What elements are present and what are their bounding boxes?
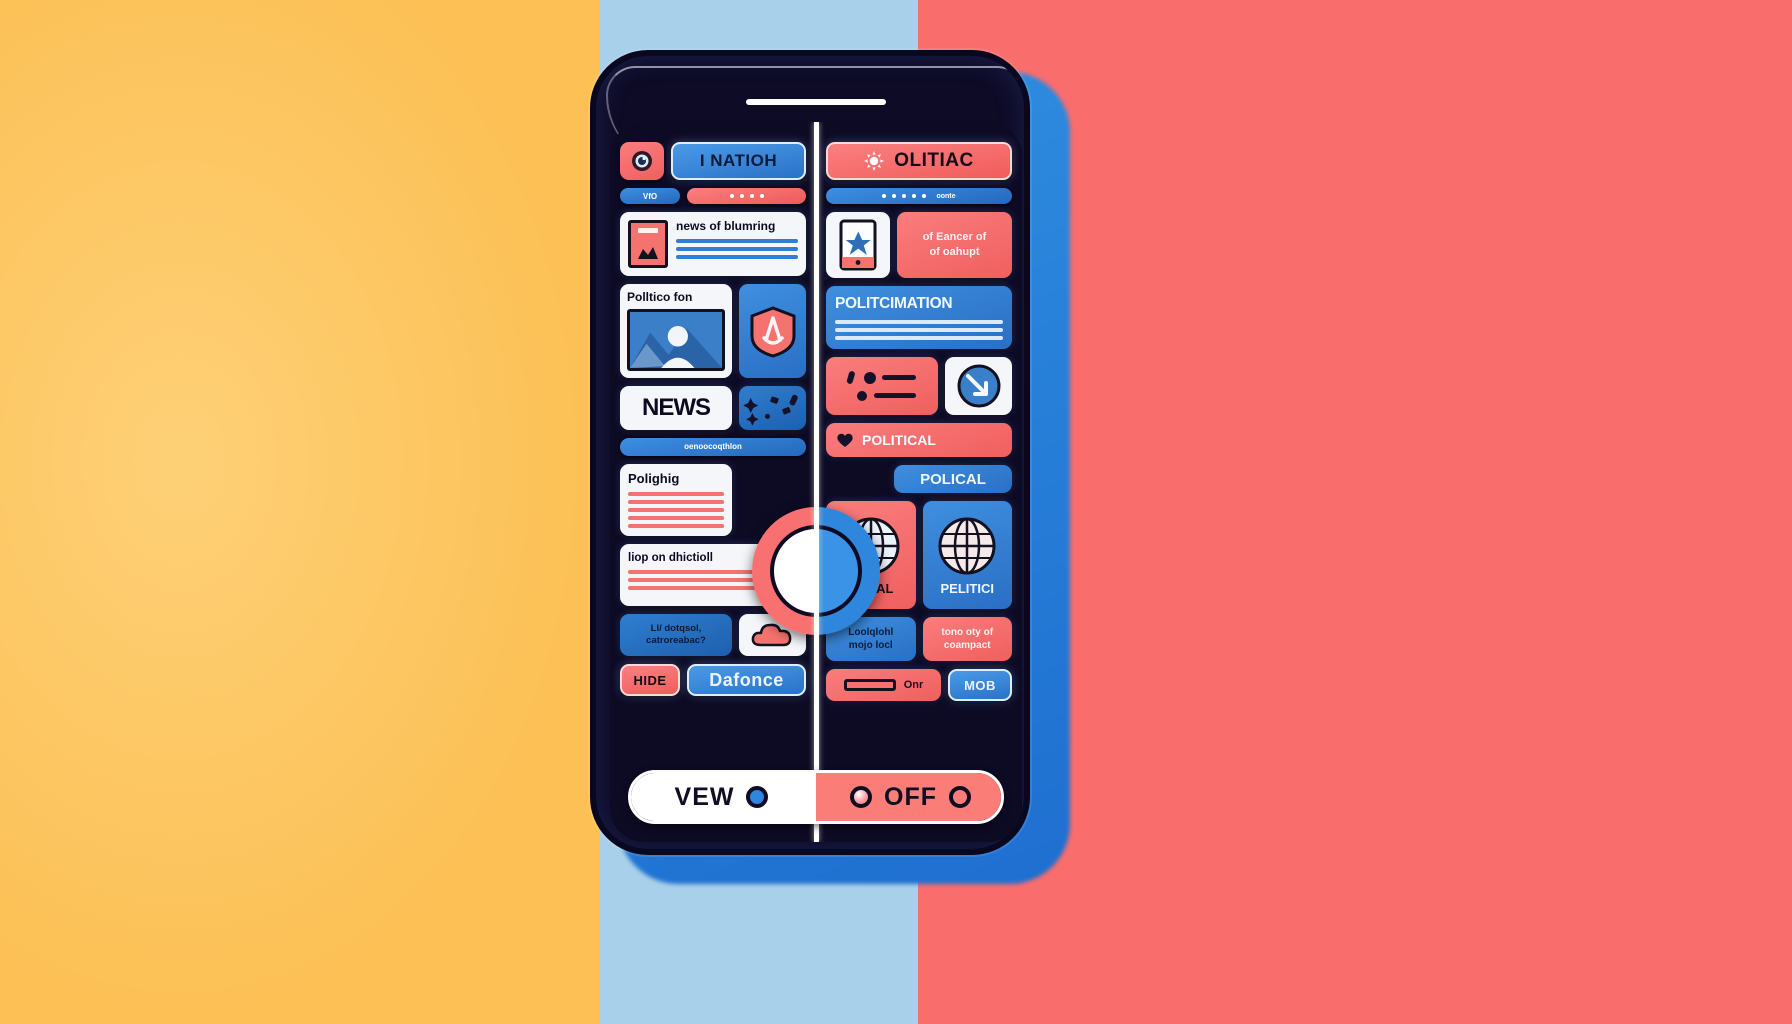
left-footer-chip[interactable]: LI/ dotqsol, catroreabac? xyxy=(620,614,732,657)
right-info-headline: POLITCIMATION xyxy=(835,295,953,312)
left-article-headline: news of blumring xyxy=(676,219,776,233)
right-phone-note-row: of Eancer of of oahupt xyxy=(826,212,1012,278)
right-chip-label: oonte xyxy=(936,192,956,200)
mob-button[interactable]: MOB xyxy=(948,669,1012,701)
right-header-row: OLITIAC xyxy=(826,142,1012,180)
landscape-person-icon xyxy=(627,308,725,371)
right-note-card[interactable]: of Eancer of of oahupt xyxy=(897,212,1012,278)
camera-lens-icon[interactable] xyxy=(620,142,664,180)
right-bar-label: Onr xyxy=(903,679,924,691)
left-dots-chip[interactable] xyxy=(687,188,806,204)
left-header-row: I NATIOH xyxy=(620,142,806,180)
right-bar-button[interactable]: Onr xyxy=(826,669,941,701)
left-small-chip[interactable]: VfO xyxy=(620,188,680,204)
hide-button[interactable]: HIDE xyxy=(620,664,680,697)
right-chart-tile[interactable] xyxy=(945,357,1012,415)
sun-burst-icon xyxy=(864,151,885,171)
right-widget-row xyxy=(826,357,1012,415)
right-footer-right-line2: coampact xyxy=(943,640,991,651)
left-action-row: HIDE Dafonce xyxy=(620,664,806,697)
right-badge-label: OLITIAC xyxy=(894,150,974,171)
left-chip-row: VfO xyxy=(620,188,806,204)
left-feature-row: Polltico fon xyxy=(620,284,806,378)
right-info-card[interactable]: POLITCIMATION xyxy=(826,286,1012,349)
center-split-divider xyxy=(814,122,819,842)
defence-button[interactable]: Dafonce xyxy=(687,664,806,697)
right-footer-right-line1: tono oty of xyxy=(941,627,994,638)
phone-body: I NATIOH VfO news of blumring Polltico f… xyxy=(590,50,1030,855)
star-badge-icon xyxy=(750,306,795,358)
toggle-view-label: VEW xyxy=(674,782,735,811)
left-direction-lines xyxy=(628,570,756,591)
left-news-tile[interactable]: NEWS xyxy=(620,385,732,430)
dot-indicator xyxy=(922,194,927,198)
dot-indicator xyxy=(739,194,744,198)
left-article-lines xyxy=(676,238,798,259)
left-polling-lines xyxy=(628,492,724,529)
left-feature-headline: Polltico fon xyxy=(627,290,693,304)
left-footer-chip-line2: catroreabac? xyxy=(646,635,706,647)
dot-indicator xyxy=(759,194,764,198)
left-footer-chip-line1: LI/ dotqsol, xyxy=(650,623,702,635)
down-arrow-chart-icon xyxy=(957,364,1000,408)
right-globe-right-label: PELITICI xyxy=(940,580,994,596)
right-footer-left-line1: Loolqlohl xyxy=(848,627,894,638)
left-polling-headline: Polighig xyxy=(628,470,680,486)
left-sparkle-tile[interactable] xyxy=(739,385,806,430)
right-political-chip[interactable]: POLITICAL xyxy=(826,423,1012,457)
left-news-label: NEWS xyxy=(642,394,711,421)
globe-icon xyxy=(938,517,996,574)
phone-star-icon xyxy=(839,219,877,271)
left-nation-badge[interactable]: I NATIOH xyxy=(671,142,806,180)
left-feature-card[interactable]: Polltico fon xyxy=(620,284,732,378)
right-feed-panel: OLITIAC oonte of Eancer of of oahupt POL… xyxy=(816,122,1022,842)
right-phone-tile[interactable] xyxy=(826,212,890,278)
bar-glyph xyxy=(843,679,896,691)
toggle-off-label: OFF xyxy=(884,782,937,811)
left-direction-headline: liop on dhictioll xyxy=(628,552,713,565)
right-slider-tile[interactable] xyxy=(826,357,938,415)
right-footer-left-line2: mojo locl xyxy=(848,640,893,651)
dot-indicator xyxy=(729,194,734,198)
right-olitiac-badge[interactable]: OLITIAC xyxy=(826,142,1012,180)
toggle-off-half[interactable]: OFF xyxy=(816,773,1001,821)
left-star-tile[interactable] xyxy=(739,284,806,378)
dot-indicator xyxy=(749,194,754,198)
toggle-off-radio[interactable] xyxy=(850,786,872,808)
earpiece-speaker xyxy=(746,99,886,105)
right-note-line1: of Eancer of xyxy=(922,231,987,244)
left-news-row: NEWS xyxy=(620,385,806,430)
right-footer-chip-right[interactable]: tono oty of coampact xyxy=(922,617,1012,661)
dot-indicator xyxy=(892,194,897,198)
right-chip-row: oonte xyxy=(826,188,1012,204)
toggle-view-radio[interactable] xyxy=(746,786,769,808)
view-off-toggle-bar[interactable]: VEW OFF xyxy=(628,770,1004,824)
toggle-view-half[interactable]: VEW xyxy=(631,773,816,821)
dot-indicator xyxy=(882,194,887,198)
dot-indicator xyxy=(902,194,907,198)
phone-mockup: I NATIOH VfO news of blumring Polltico f… xyxy=(590,50,1070,884)
sparkle-confetti-icon xyxy=(743,394,798,426)
document-photo-icon xyxy=(628,220,668,268)
background-panel-yellow xyxy=(0,0,600,1024)
right-info-lines xyxy=(835,320,1003,340)
right-political-label: POLITICAL xyxy=(862,432,936,448)
dot-indicator xyxy=(912,194,917,198)
right-action-row: Onr MOB xyxy=(826,669,1012,701)
right-polical-label: POLICAL xyxy=(920,470,986,488)
left-polling-card[interactable]: Polighig xyxy=(620,463,732,537)
equalizer-sliders-icon xyxy=(846,371,916,401)
right-footer-chip-row: Loolqlohl mojo locl tono oty of coampact xyxy=(826,617,1012,661)
phone-screen: I NATIOH VfO news of blumring Polltico f… xyxy=(610,122,1022,842)
toggle-extra-radio[interactable] xyxy=(949,786,971,808)
left-feed-panel: I NATIOH VfO news of blumring Polltico f… xyxy=(610,122,816,842)
right-polical-card[interactable]: POLICAL xyxy=(894,465,1012,493)
right-dots-chip[interactable]: oonte xyxy=(826,188,1012,204)
right-note-line2: of oahupt xyxy=(929,246,980,258)
left-article-card[interactable]: news of blumring xyxy=(620,212,806,276)
left-tag-pill[interactable]: oenoocoqthlon xyxy=(620,437,806,456)
heart-icon xyxy=(837,433,853,447)
right-globe-card-right[interactable]: PELITICI xyxy=(922,501,1012,609)
